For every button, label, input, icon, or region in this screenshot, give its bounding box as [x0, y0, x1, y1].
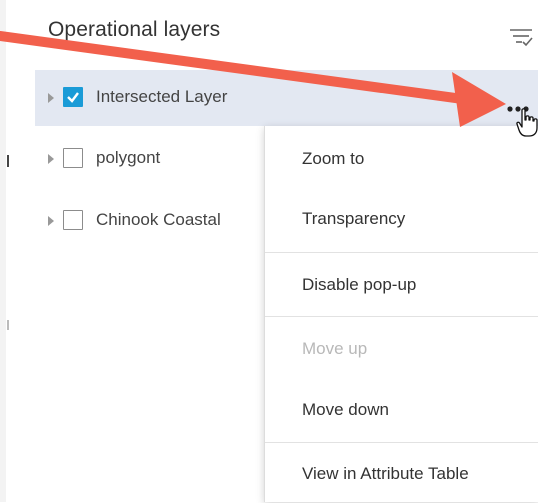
adjacent-panel-edge: [0, 0, 6, 502]
menu-item-label: Zoom to: [302, 149, 365, 168]
expand-caret-icon[interactable]: [47, 153, 55, 165]
menu-item-label: Move down: [302, 400, 389, 419]
layer-visibility-checkbox[interactable]: [63, 210, 83, 230]
adjacent-panel-mark: [7, 320, 9, 330]
adjacent-panel-mark: [7, 155, 9, 167]
menu-divider: [265, 316, 538, 317]
layer-label: Intersected Layer: [96, 87, 228, 106]
expand-caret-icon[interactable]: [47, 92, 55, 104]
menu-item-view-attribute-table[interactable]: View in Attribute Table: [265, 443, 538, 503]
panel-title: Operational layers: [48, 18, 221, 41]
menu-item-label: Move up: [302, 339, 368, 358]
checkmark-icon: [67, 92, 79, 103]
menu-item-disable-popup[interactable]: Disable pop-up: [265, 254, 538, 314]
menu-divider: [265, 252, 538, 253]
layer-context-menu: Zoom to Transparency Disable pop-up Move…: [264, 126, 538, 502]
layer-visibility-checkbox[interactable]: [63, 87, 83, 107]
layer-label: Chinook Coastal: [96, 210, 221, 229]
filter-list-icon[interactable]: [508, 25, 534, 49]
hand-cursor-icon: [516, 108, 538, 137]
menu-item-zoom-to[interactable]: Zoom to: [265, 128, 538, 188]
menu-item-label: Disable pop-up: [302, 275, 417, 294]
layer-row-intersected[interactable]: Intersected Layer: [35, 70, 538, 126]
layer-visibility-checkbox[interactable]: [63, 148, 83, 168]
menu-item-move-up: Move up: [265, 318, 538, 378]
layer-label: polygont: [96, 148, 161, 167]
menu-item-transparency[interactable]: Transparency: [265, 188, 538, 248]
menu-item-label: Transparency: [302, 209, 406, 228]
expand-caret-icon[interactable]: [47, 215, 55, 227]
menu-item-move-down[interactable]: Move down: [265, 379, 538, 439]
menu-item-label: View in Attribute Table: [302, 464, 469, 483]
